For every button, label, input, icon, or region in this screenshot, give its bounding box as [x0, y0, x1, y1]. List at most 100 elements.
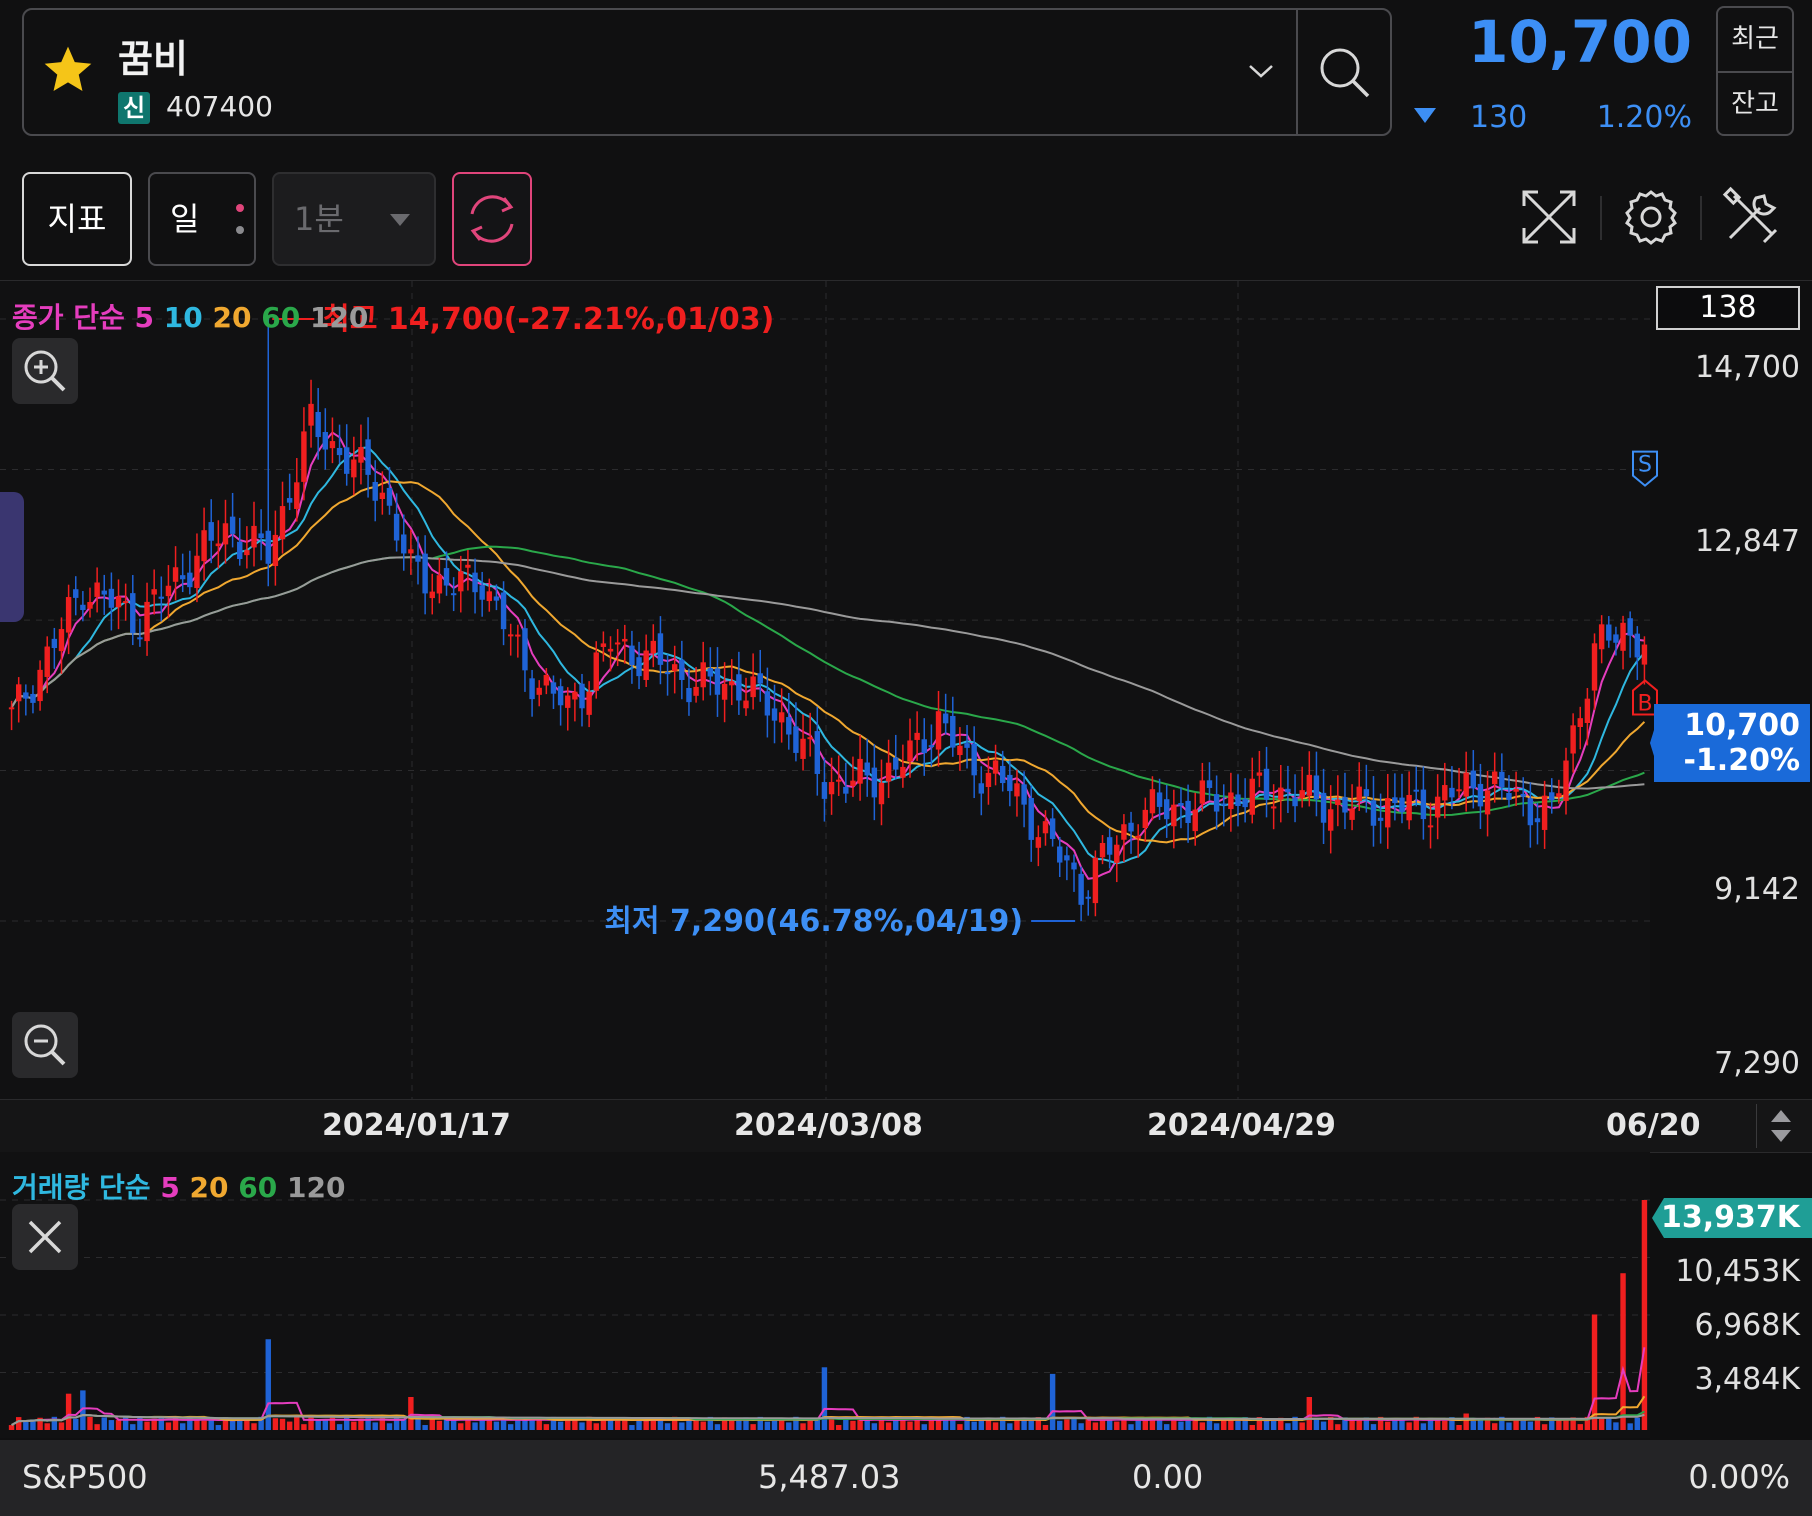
candle-body	[1085, 896, 1091, 899]
volume-bar	[643, 1420, 649, 1430]
candle-body	[1549, 792, 1555, 801]
candle-body	[1320, 792, 1327, 823]
ma-line	[10, 556, 1645, 790]
recent-button[interactable]: 최근	[1718, 8, 1792, 71]
high-annotation: 최고 14,700(-27.21%,01/03)	[322, 302, 774, 337]
candle-body	[1242, 798, 1248, 808]
balance-button[interactable]: 잔고	[1718, 73, 1792, 136]
candle-body	[1099, 842, 1106, 858]
candle-body	[921, 739, 927, 754]
volume-bar	[1092, 1422, 1099, 1430]
candle-body	[1641, 644, 1648, 665]
candle-body	[65, 597, 72, 633]
candle-body	[472, 572, 478, 593]
candle-body	[1078, 873, 1084, 905]
candle-body	[786, 717, 792, 735]
volume-bar	[522, 1420, 528, 1430]
volume-bar	[1506, 1422, 1512, 1430]
x-axis[interactable]: 2024/01/17 2024/03/08 2024/04/29 06/20	[0, 1099, 1812, 1153]
price-chart[interactable]: 최고 14,700(-27.21%,01/03) 최저 7,290(46.78%,…	[0, 281, 1812, 1099]
candle-body	[8, 707, 15, 710]
candle-body	[458, 571, 464, 592]
volume-bar	[15, 1417, 22, 1430]
candle-body	[1206, 780, 1213, 788]
x-label: 06/20	[1606, 1108, 1701, 1143]
indicator-button[interactable]: 지표	[22, 172, 132, 266]
volume-bar	[507, 1424, 514, 1430]
candle-body	[279, 506, 286, 540]
side-panel-handle[interactable]	[0, 492, 24, 622]
candle-body	[1598, 624, 1605, 650]
dropdown-caret-icon	[390, 214, 410, 226]
volume-current-tag: 13,937K	[1660, 1200, 1800, 1235]
candle-body	[401, 534, 407, 554]
volume-bar	[729, 1420, 735, 1430]
y-label: 14,700	[1695, 350, 1800, 385]
candle-body	[229, 516, 236, 534]
volume-bar	[194, 1419, 200, 1430]
candle-body	[1028, 797, 1034, 840]
candle-body	[336, 447, 343, 456]
candle-body	[693, 686, 699, 696]
close-volume-button[interactable]	[12, 1204, 78, 1270]
volume-bar	[408, 1396, 414, 1430]
candle-body	[1491, 771, 1498, 785]
candle-body	[443, 568, 450, 586]
chevron-down-icon[interactable]	[1246, 56, 1276, 86]
volume-legend[interactable]: 거래량 단순 5 20 60 120	[12, 1166, 345, 1206]
refresh-button[interactable]	[452, 172, 532, 266]
candle-body	[479, 585, 485, 600]
candle-body	[878, 782, 885, 805]
period-button[interactable]: 일	[148, 172, 256, 266]
candle-body	[707, 668, 714, 677]
candle-body	[700, 662, 706, 688]
zoom-out-button[interactable]	[12, 1012, 78, 1078]
candle-body	[358, 447, 364, 463]
tag-price: 10,700	[1684, 708, 1800, 743]
candle-body	[1477, 783, 1484, 807]
candle-body	[1278, 787, 1284, 800]
volume-bar	[229, 1420, 236, 1430]
down-arrow-icon	[1414, 108, 1436, 123]
volume-bar	[401, 1419, 407, 1430]
candle-body	[101, 590, 107, 595]
candle-body	[828, 782, 835, 795]
index-ticker-bar[interactable]: S&P500 5,487.03 0.00 0.00%	[0, 1440, 1812, 1516]
search-icon[interactable]	[1310, 38, 1380, 108]
volume-bar	[286, 1421, 293, 1430]
interval-label: 1분	[294, 200, 344, 238]
zoom-in-button[interactable]	[12, 338, 78, 404]
legend-ma20: 20	[212, 301, 252, 334]
candle-body	[1634, 633, 1641, 658]
candle-body	[493, 596, 500, 601]
drawing-tools-icon[interactable]	[1718, 184, 1784, 250]
candle-body	[607, 648, 614, 652]
search-divider	[1296, 8, 1298, 136]
price-legend[interactable]: 종가 단순 5 10 20 60 120	[12, 296, 368, 336]
volume-bar	[1071, 1417, 1077, 1430]
candle-body	[429, 591, 435, 599]
volume-bar	[130, 1424, 136, 1430]
candle-body	[864, 762, 870, 776]
favorite-star-icon[interactable]	[40, 42, 96, 98]
volume-bar	[1463, 1413, 1469, 1430]
volume-bar	[1057, 1420, 1063, 1430]
candle-body	[643, 650, 649, 680]
candle-body	[600, 643, 607, 647]
settings-gear-icon[interactable]	[1618, 184, 1684, 250]
index-name: S&P500	[22, 1458, 148, 1496]
volume-bar	[1634, 1417, 1641, 1430]
interval-dropdown[interactable]: 1분	[272, 172, 436, 266]
candle-body	[315, 411, 321, 438]
candle-body	[857, 758, 863, 784]
stock-name: 꿈비	[118, 37, 188, 81]
volume-bar	[386, 1423, 393, 1430]
volume-bar	[1228, 1419, 1234, 1430]
fullscreen-icon[interactable]	[1516, 184, 1582, 250]
candle-body	[1057, 846, 1063, 863]
volume-bar	[871, 1423, 878, 1430]
candle-body	[1413, 789, 1419, 792]
candle-body	[15, 684, 22, 702]
candle-body	[1192, 809, 1198, 832]
resize-arrows-icon[interactable]	[1756, 1104, 1806, 1148]
